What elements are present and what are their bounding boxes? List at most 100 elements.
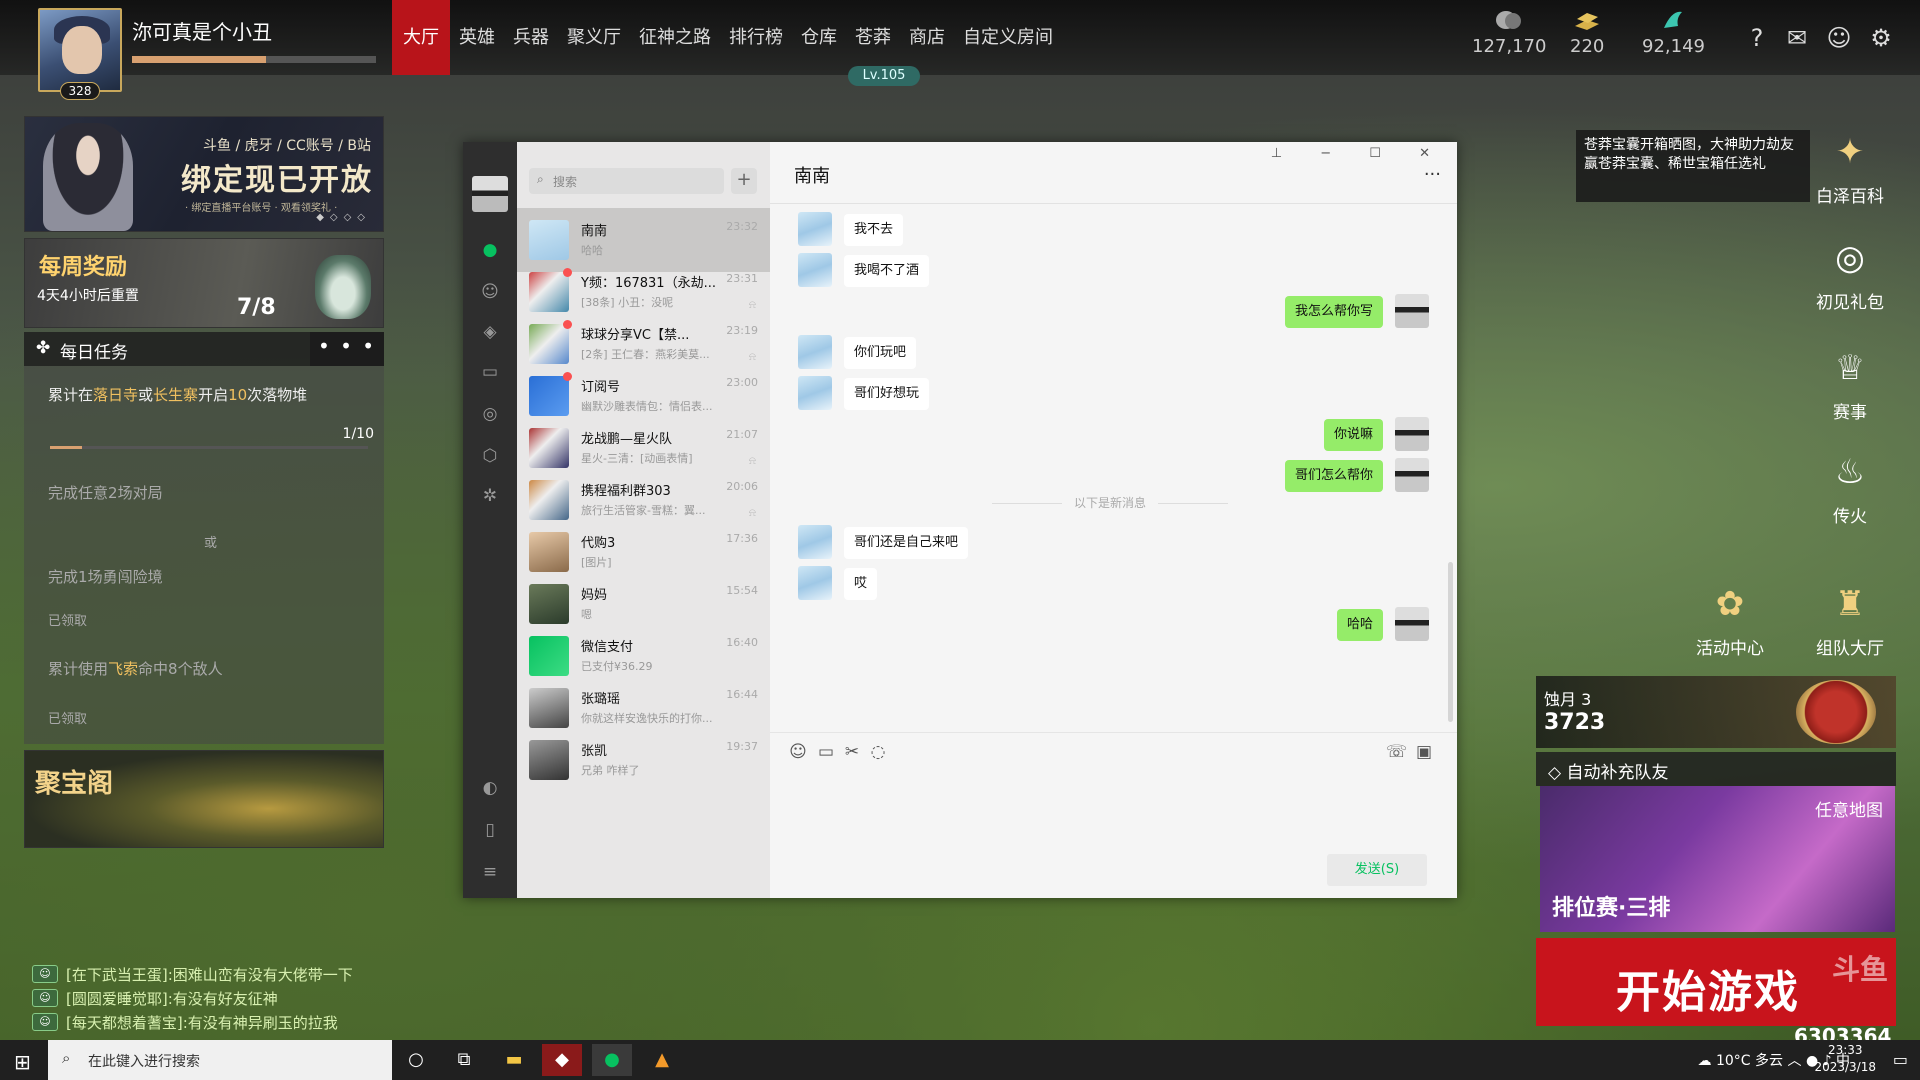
message-bubble[interactable]: 我喝不了酒 [844, 255, 930, 287]
window-controls[interactable]: ⊥ − ☐ ✕ [1271, 146, 1447, 161]
message-avatar[interactable] [798, 376, 832, 410]
contacts-icon[interactable]: ☺ [480, 282, 500, 302]
activity-center-button[interactable]: ✿ 活动中心 [1670, 580, 1790, 659]
feed-name[interactable]: [每天都想着蓍宝] [66, 1012, 183, 1033]
nav-path[interactable]: 征神之路 [630, 0, 720, 75]
message-bubble[interactable]: 哥们还是自己来吧 [844, 527, 969, 559]
daily-more-button[interactable]: • • • [310, 332, 384, 366]
files-icon[interactable]: ▭ [480, 362, 500, 382]
task-4[interactable]: 累计使用飞索命中8个敌人 [48, 658, 223, 679]
add-chat-button[interactable]: + [731, 168, 757, 194]
wechat-app-icon[interactable]: ● [592, 1044, 632, 1076]
video-call-icon[interactable]: ▣ [1414, 742, 1434, 762]
message-bubble[interactable]: 哈哈 [1336, 609, 1383, 641]
player-avatar[interactable] [38, 8, 122, 92]
taskbar-search-input[interactable]: ⌕ 在此键入进行搜索 [48, 1040, 392, 1080]
chat-scrollbar[interactable] [1448, 562, 1453, 722]
moments-icon[interactable]: ◎ [480, 404, 500, 424]
phone-icon[interactable]: ▯ [480, 820, 500, 840]
nav-leaderboard[interactable]: 排行榜 [720, 0, 792, 75]
torch-button[interactable]: ♨ 传火 [1790, 448, 1910, 527]
conversation-list: ⌕ 搜索 + 南南 哈哈 23:32 Y频：167831（永劫... [38条] 小丑：没… [517, 142, 770, 898]
task-3[interactable]: 完成1场勇闯险境 [48, 566, 163, 587]
tournament-button[interactable]: ♕ 赛事 [1790, 344, 1910, 423]
cortana-icon[interactable]: ○ [396, 1044, 436, 1076]
message-avatar[interactable] [798, 253, 832, 287]
autofill-toggle[interactable]: ◇ 自动补充队友 [1536, 752, 1896, 786]
message-avatar[interactable] [1395, 417, 1429, 451]
chat-icon[interactable]: ● [480, 240, 500, 260]
voice-call-icon[interactable]: ☏ [1386, 742, 1407, 762]
mode-label: 排位赛·三排 [1552, 896, 1671, 921]
message-avatar[interactable] [798, 335, 832, 369]
scissors-icon[interactable]: ✂ [842, 742, 862, 762]
friends-icon[interactable]: ☺ [1826, 25, 1852, 51]
feed-name[interactable]: [在下武当王蛋] [66, 964, 168, 985]
feed-text: :困难山峦有没有大佬带一下 [167, 965, 353, 984]
favorites-icon[interactable]: ◈ [480, 322, 500, 342]
miniprogram-icon[interactable]: ◐ [480, 778, 500, 798]
binding-banner[interactable]: 斗鱼 / 虎牙 / CC账号 / B站 绑定现已开放 · 绑定直播平台账号 · … [24, 116, 384, 232]
task-2[interactable]: 完成任意2场对局 [48, 482, 163, 503]
conversation-item[interactable]: 张凯 兄弟 咋样了 19:37 [517, 728, 770, 792]
send-button[interactable]: 发送(S) [1327, 854, 1427, 886]
treasure-pavilion-banner[interactable]: 聚宝阁 [24, 750, 384, 848]
feed-name[interactable]: [圆圆爱睡觉耶] [66, 988, 168, 1009]
mini-program-icon[interactable]: ⬡ [480, 446, 500, 466]
message-avatar[interactable] [798, 566, 832, 600]
nav-weapons[interactable]: 兵器 [504, 0, 558, 75]
message-avatar[interactable] [798, 212, 832, 246]
activity-icon: ✿ [1715, 584, 1745, 624]
task-1[interactable]: 累计在落日寺或长生寨开启10次落物堆 [48, 384, 307, 405]
nav-heroes[interactable]: 英雄 [450, 0, 504, 75]
emoji-icon[interactable]: ☺ [788, 742, 808, 762]
menu-icon[interactable]: ≡ [480, 862, 500, 882]
nav-lobby[interactable]: 大厅 [392, 0, 450, 75]
mode-selector[interactable]: 任意地图 排位赛·三排 [1540, 786, 1895, 932]
message-avatar[interactable] [798, 525, 832, 559]
channels-icon[interactable]: ✲ [480, 486, 500, 506]
team-hall-button[interactable]: ♜ 组队大厅 [1790, 580, 1910, 659]
nav-shop[interactable]: 商店 [900, 0, 954, 75]
stream-app-icon[interactable]: ▲ [642, 1044, 682, 1076]
settings-icon[interactable]: ⚙ [1868, 25, 1894, 51]
my-avatar[interactable] [472, 176, 508, 212]
message-bubble[interactable]: 我不去 [844, 214, 904, 246]
nav-cangmang[interactable]: 苍莽 [846, 0, 900, 75]
game-app-icon[interactable]: ◆ [542, 1044, 582, 1076]
baize-wiki-button[interactable]: ✦ 白泽百科 [1790, 128, 1910, 207]
folder-icon[interactable]: ▭ [816, 742, 836, 762]
message-bubble[interactable]: 你们玩吧 [844, 337, 917, 369]
map-label[interactable]: 任意地图 [1815, 796, 1883, 821]
message-bubble[interactable]: 哥们怎么帮你 [1284, 460, 1383, 492]
windows-start-icon[interactable]: ⊞ [14, 1050, 31, 1074]
message-bubble[interactable]: 你说嘛 [1323, 419, 1383, 451]
message-bubble[interactable]: 我怎么帮你写 [1284, 296, 1383, 328]
notification-icon[interactable]: ▭ [1893, 1050, 1908, 1069]
banner-pager[interactable]: ◆◇◇◇ [316, 212, 371, 223]
task-view-icon[interactable]: ⧉ [444, 1044, 484, 1076]
event-notice[interactable]: 苍莽宝囊开箱晒图，大神助力劫友赢苍莽宝囊、稀世宝箱任选礼 [1576, 130, 1810, 202]
clock[interactable]: 23:33 2023/3/18 [1814, 1042, 1876, 1076]
weekly-reward-card[interactable]: 每周奖励 4天4小时后重置 7/8 [24, 238, 384, 328]
message-avatar[interactable] [1395, 458, 1429, 492]
rank-card[interactable]: 蚀月 3 3723 [1536, 676, 1896, 748]
team-hall-label: 组队大厅 [1816, 639, 1884, 659]
nav-custom-room[interactable]: 自定义房间 [954, 0, 1062, 75]
nav-guild[interactable]: 聚义厅 [558, 0, 630, 75]
message-avatar[interactable] [1395, 294, 1429, 328]
nav-storage[interactable]: 仓库 [792, 0, 846, 75]
chat-more-button[interactable]: ··· [1424, 164, 1441, 185]
file-explorer-icon[interactable]: ▬ [494, 1044, 534, 1076]
message-bubble[interactable]: 哎 [844, 568, 878, 600]
task-1-text: 累计在 [48, 386, 94, 404]
message-bubble[interactable]: 哥们好想玩 [844, 378, 930, 410]
help-icon[interactable]: ? [1744, 25, 1770, 51]
mail-icon[interactable]: ✉ [1784, 25, 1810, 51]
message-avatar[interactable] [1395, 607, 1429, 641]
start-game-button[interactable]: 开始游戏 斗鱼 [1536, 938, 1896, 1026]
wechat-search-input[interactable]: ⌕ 搜索 [529, 168, 724, 194]
tray-arrow-icon[interactable]: ︿ [1787, 1053, 1805, 1069]
starter-pack-button[interactable]: ◎ 初见礼包 [1790, 234, 1910, 313]
chat-history-icon[interactable]: ◌ [868, 742, 888, 762]
